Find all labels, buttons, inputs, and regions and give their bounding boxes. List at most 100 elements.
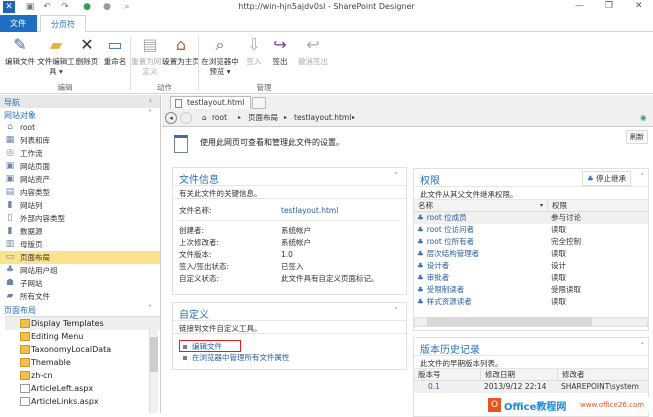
check-out-button[interactable]: ↪ 签出 [266, 35, 294, 67]
nav-item[interactable]: ▭ 页面布局 [0, 251, 160, 264]
file-icon [20, 384, 30, 393]
sync-icon[interactable]: ◉ [640, 109, 647, 127]
group-label-edit: 编辑 [57, 83, 73, 92]
column-date[interactable]: 修改日期 [480, 369, 515, 381]
scrollbar-thumb[interactable] [150, 337, 158, 372]
table-row[interactable]: ♣ 样式资源读者 读取 [414, 296, 648, 308]
undo-checkout-icon: ↩ [306, 35, 320, 54]
horizontal-scrollbar[interactable] [414, 317, 648, 327]
group-name[interactable]: 受限制读者 [424, 285, 465, 294]
file-name: Themable [31, 358, 71, 367]
nav-item[interactable]: ▦ 列表和库 [0, 134, 160, 147]
manage-properties-link[interactable]: 在浏览器中管理所有文件属性 [179, 352, 406, 364]
site-objects-header[interactable]: 网站对象 ˄ [0, 108, 160, 121]
group-name[interactable]: root 位访问者 [424, 225, 474, 234]
group-name[interactable]: 审批者 [424, 273, 450, 282]
nav-item[interactable]: ▣ 网站页面 [0, 160, 160, 173]
rename-button[interactable]: ▭ 重命名 [96, 35, 134, 67]
group-name[interactable]: 设计者 [424, 261, 450, 270]
chevron-up-icon[interactable]: ˄ [395, 172, 399, 180]
file-list-item[interactable]: Themable [5, 356, 160, 369]
minimize-icon[interactable]: — [575, 1, 584, 11]
nav-item[interactable]: ♣ 网站用户组 [0, 264, 160, 277]
nav-item-label: 内容类型 [20, 188, 50, 197]
file-list-item[interactable]: Editing Menu [5, 330, 160, 343]
nav-item[interactable]: ▥ 母版页 [0, 238, 160, 251]
undo-checkout-button[interactable]: ↩ 撤消签出 [294, 35, 332, 67]
group-name[interactable]: 样式资源读者 [424, 297, 472, 306]
scrollbar[interactable] [149, 325, 158, 413]
nav-item[interactable]: ⌂ root [0, 121, 160, 134]
close-icon[interactable]: ✕ [635, 1, 643, 11]
permission-level: 完全控制 [551, 237, 581, 246]
set-home-button[interactable]: ⌂ 设置为主页 [162, 35, 200, 67]
table-row[interactable]: ♣ root 位所有者 完全控制 [414, 236, 648, 248]
forward-button[interactable] [180, 112, 192, 124]
file-list-item[interactable]: TaxonomyLocalData [5, 343, 160, 356]
page-layouts-header[interactable]: 页面布局 ˄ [0, 303, 160, 316]
field-label: 文件版本: [179, 250, 212, 259]
table-row[interactable]: ♣ root 位成员 参与讨论 [414, 212, 648, 224]
file-list-item[interactable]: Display Templates [5, 317, 160, 330]
file-name: TaxonomyLocalData [31, 345, 112, 354]
file-list-item[interactable]: ArticleLeft.aspx [5, 382, 160, 395]
group-name[interactable]: root 位成员 [424, 213, 467, 222]
edit-file-link[interactable]: 编辑文件 [179, 340, 241, 352]
tab-page[interactable]: 分页符 [40, 15, 86, 32]
file-list-item[interactable]: ArticleLinks.aspx [5, 395, 160, 408]
tab-file[interactable]: 文件 [0, 15, 37, 32]
table-row[interactable]: ♣ 设计者 设计 [414, 260, 648, 272]
nav-item[interactable]: ▯ 外部内容类型 [0, 212, 160, 225]
section-title: 网站对象 [4, 111, 36, 120]
check-in-button[interactable]: ⇩ 签入 [240, 35, 268, 67]
table-row[interactable]: ♣ 层次结构管理者 读取 [414, 248, 648, 260]
maximize-icon[interactable]: ❐ [605, 1, 613, 11]
edit-file-button[interactable]: ✎ 编辑文件 [1, 35, 39, 67]
group-name[interactable]: 层次结构管理者 [424, 249, 480, 258]
refresh-button[interactable]: 刷新 [626, 130, 648, 144]
breadcrumb-root[interactable]: root [212, 109, 227, 127]
table-row[interactable]: ♣ 受限制读者 受限读取 [414, 284, 648, 296]
label: 重命名 [103, 57, 127, 66]
table-row[interactable]: 0.1 2013/9/12 22:14 SHAREPOINT\system [414, 381, 648, 393]
doc-tab[interactable]: testlayout.html [170, 96, 252, 109]
chevron-up-icon[interactable]: ˄ [148, 304, 152, 313]
column-modified-by[interactable]: 修改者 [557, 369, 585, 381]
file-name-link[interactable]: testlayout.html [281, 205, 338, 217]
column-permission[interactable]: 权限 [547, 200, 567, 212]
nav-item[interactable]: ▤ 内容类型 [0, 186, 160, 199]
nav-item-label: root [20, 123, 36, 132]
column-version[interactable]: 版本号 [414, 370, 441, 379]
new-tab-button[interactable] [252, 97, 266, 109]
chevron-up-icon[interactable]: ˄ [641, 173, 645, 181]
folder-icon [20, 345, 30, 354]
table-row[interactable]: ♣ 审批者 读取 [414, 272, 648, 284]
stop-inherit-button[interactable]: ♣ 停止继承 [582, 171, 632, 186]
collapse-icon[interactable]: ‹ [149, 96, 152, 105]
breadcrumb-page-layouts[interactable]: 页面布局 [248, 109, 278, 127]
table-row[interactable]: ♣ root 位访问者 读取 [414, 224, 648, 236]
chevron-up-icon[interactable]: ˄ [641, 342, 645, 350]
preview-button[interactable]: ⌕ 在浏览器中预览 ▾ [199, 35, 241, 77]
sort-dropdown-icon[interactable]: ▾ [540, 200, 543, 212]
chevron-up-icon[interactable]: ˄ [148, 109, 152, 118]
bullet-icon [183, 345, 187, 349]
group-name[interactable]: root 位所有者 [424, 237, 474, 246]
nav-item[interactable]: ▣ 网站资产 [0, 173, 160, 186]
nav-item[interactable]: ☗ 子网站 [0, 277, 160, 290]
chevron-up-icon[interactable]: ˄ [395, 307, 399, 315]
nav-item[interactable]: ▰ 所有文件 [0, 290, 160, 303]
version-link[interactable]: 0.1 [414, 382, 440, 391]
chevron-right-icon: ▸ [238, 114, 242, 121]
label: 撤消签出 [298, 57, 328, 66]
ribbon-tabs: 文件 分页符 [0, 15, 653, 32]
scrollbar-thumb[interactable] [427, 318, 592, 326]
back-button[interactable]: ◂ [165, 112, 177, 124]
breadcrumb-file[interactable]: testlayout.html [294, 109, 351, 127]
nav-item[interactable]: ▮ 网站列 [0, 199, 160, 212]
nav-item[interactable]: ◎ 工作流 [0, 147, 160, 160]
nav-item[interactable]: ▮ 数据源 [0, 225, 160, 238]
column-name[interactable]: 名称 [414, 201, 433, 210]
label: 签出 [272, 57, 288, 66]
file-list-item[interactable]: zh-cn [5, 369, 160, 382]
